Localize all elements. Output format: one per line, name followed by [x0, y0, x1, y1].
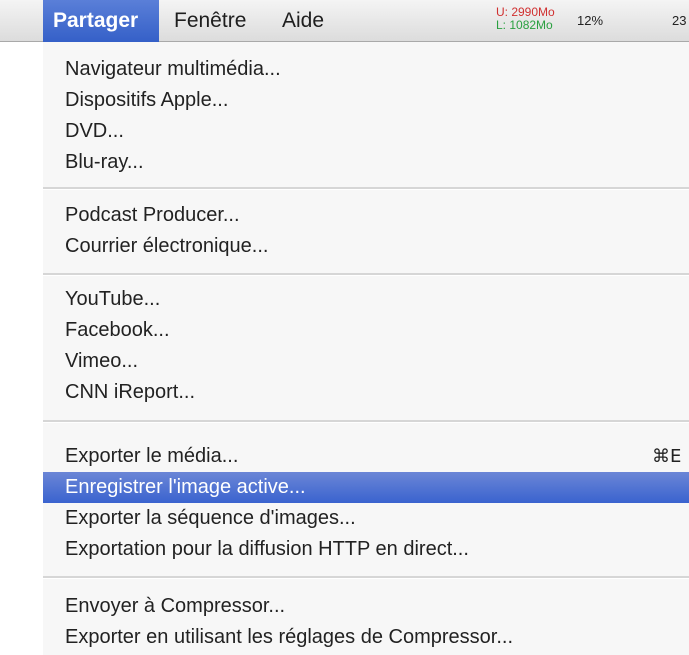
menu-item-blu-ray[interactable]: Blu-ray...: [43, 147, 689, 178]
menu-item-vimeo[interactable]: Vimeo...: [43, 346, 689, 377]
menu-item-exporter-sequence-images[interactable]: Exporter la séquence d'images...: [43, 503, 689, 534]
menu-item-podcast-producer[interactable]: Podcast Producer...: [43, 200, 689, 231]
menu-item-label: Navigateur multimédia...: [65, 58, 281, 80]
menu-item-label: CNN iReport...: [65, 381, 196, 403]
menu-aide[interactable]: Aide: [282, 0, 324, 42]
menu-item-enregistrer-image-active[interactable]: Enregistrer l'image active...: [43, 472, 689, 503]
menu-item-label: Podcast Producer...: [65, 204, 240, 226]
menu-item-label: Vimeo...: [65, 350, 138, 372]
menu-item-youtube[interactable]: YouTube...: [43, 284, 689, 315]
menu-item-exporter-le-media[interactable]: Exporter le média... ⌘E: [43, 441, 689, 472]
menu-item-courrier-electronique[interactable]: Courrier électronique...: [43, 231, 689, 262]
menu-item-label: Enregistrer l'image active...: [65, 476, 306, 498]
menu-fenetre[interactable]: Fenêtre: [174, 0, 246, 42]
menu-item-label: Envoyer à Compressor...: [65, 595, 286, 617]
menu-separator: [43, 187, 689, 190]
menu-item-label: Blu-ray...: [65, 151, 144, 173]
memory-free: L: 1082Mo: [496, 18, 553, 32]
menu-item-label: Exporter le média...: [65, 445, 239, 467]
menu-bar: Partager Fenêtre Aide U: 2990Mo L: 1082M…: [0, 0, 689, 42]
menu-item-dvd[interactable]: DVD...: [43, 116, 689, 147]
menu-partager[interactable]: Partager: [43, 0, 159, 42]
memory-monitor[interactable]: U: 2990Mo L: 1082Mo: [496, 6, 555, 32]
menu-item-label: Exportation pour la diffusion HTTP en di…: [65, 538, 469, 560]
menu-item-dispositifs-apple[interactable]: Dispositifs Apple...: [43, 85, 689, 116]
menu-item-label: YouTube...: [65, 288, 161, 310]
menu-item-label: Dispositifs Apple...: [65, 89, 229, 111]
cpu-usage[interactable]: 12%: [577, 0, 603, 42]
menu-item-facebook[interactable]: Facebook...: [43, 315, 689, 346]
menu-item-envoyer-a-compressor[interactable]: Envoyer à Compressor...: [43, 591, 689, 622]
menu-item-navigateur-multimedia[interactable]: Navigateur multimédia...: [43, 54, 689, 85]
menu-item-exporter-reglages-compressor[interactable]: Exporter en utilisant les réglages de Co…: [43, 622, 689, 653]
menu-item-exportation-http-direct[interactable]: Exportation pour la diffusion HTTP en di…: [43, 534, 689, 565]
menu-item-label: DVD...: [65, 120, 124, 142]
status-item-clipped[interactable]: 23: [672, 0, 689, 42]
shortcut-label: ⌘E: [652, 446, 682, 467]
desktop-edge: [0, 42, 43, 655]
menu-item-label: Courrier électronique...: [65, 235, 269, 257]
menu-item-label: Exporter en utilisant les réglages de Co…: [65, 626, 513, 648]
menu-separator: [43, 576, 689, 579]
menu-item-label: Exporter la séquence d'images...: [65, 507, 356, 529]
menu-item-label: Facebook...: [65, 319, 170, 341]
menu-separator: [43, 420, 689, 423]
menu-separator: [43, 273, 689, 276]
menu-item-cnn-ireport[interactable]: CNN iReport...: [43, 377, 689, 408]
